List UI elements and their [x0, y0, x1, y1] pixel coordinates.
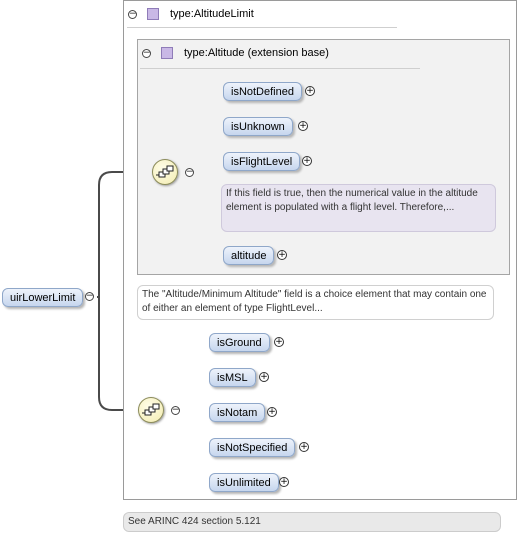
uir-lower-limit-element[interactable]: uirLowerLimit: [2, 288, 84, 307]
element-label: isNotam: [217, 407, 258, 419]
is-ground-element[interactable]: isGround: [209, 333, 270, 352]
collapse-choice-toggle[interactable]: −: [171, 406, 180, 415]
choice-symbol-icon: [156, 165, 174, 178]
is-unknown-element[interactable]: isUnknown: [223, 117, 293, 136]
element-label: isUnlimited: [217, 477, 271, 489]
complex-type-icon: [147, 8, 159, 20]
complex-type-icon: [161, 47, 173, 59]
element-label: isUnknown: [231, 121, 285, 133]
is-flight-level-annotation: If this field is true, then the numerica…: [221, 184, 496, 232]
is-msl-element[interactable]: isMSL: [209, 368, 256, 387]
element-label: isFlightLevel: [231, 156, 293, 168]
expand-is-ground-button[interactable]: +: [274, 337, 284, 347]
element-label: isNotDefined: [231, 86, 294, 98]
altitude-extension-header: type:Altitude (extension base): [184, 47, 329, 59]
is-not-defined-element[interactable]: isNotDefined: [223, 82, 302, 101]
choice-compositor-icon[interactable]: [138, 397, 164, 423]
collapse-altitude-toggle[interactable]: −: [142, 49, 151, 58]
altitude-element[interactable]: altitude: [223, 246, 275, 265]
choice-symbol-icon: [142, 403, 160, 416]
collapse-choice-toggle[interactable]: −: [185, 168, 194, 177]
is-flight-level-element[interactable]: isFlightLevel: [223, 152, 301, 171]
collapse-altitude-limit-toggle[interactable]: −: [128, 10, 137, 19]
expand-is-not-specified-button[interactable]: +: [299, 442, 309, 452]
choice-compositor-icon[interactable]: [152, 159, 178, 185]
header-divider: [140, 68, 420, 69]
element-label: isMSL: [217, 372, 248, 384]
expand-is-flight-level-button[interactable]: +: [302, 156, 312, 166]
expand-is-unknown-button[interactable]: +: [298, 121, 308, 131]
expand-is-not-defined-button[interactable]: +: [305, 86, 315, 96]
element-label: altitude: [231, 250, 267, 262]
arinc-reference-annotation: See ARINC 424 section 5.121: [123, 512, 501, 532]
altitude-limit-type-header: type:AltitudeLimit: [170, 8, 254, 20]
element-label: isGround: [217, 337, 262, 349]
expand-is-unlimited-button[interactable]: +: [279, 477, 289, 487]
collapse-uir-lower-limit-toggle[interactable]: −: [85, 292, 94, 301]
altitude-extension-base-box: [137, 39, 510, 275]
expand-is-notam-button[interactable]: +: [267, 407, 277, 417]
expand-altitude-button[interactable]: +: [277, 250, 287, 260]
is-not-specified-element[interactable]: isNotSpecified: [209, 438, 296, 457]
element-label: isNotSpecified: [217, 442, 288, 454]
header-divider: [127, 27, 397, 28]
element-label: uirLowerLimit: [10, 292, 76, 304]
is-unlimited-element[interactable]: isUnlimited: [209, 473, 279, 492]
expand-is-msl-button[interactable]: +: [259, 372, 269, 382]
is-notam-element[interactable]: isNotam: [209, 403, 266, 422]
choice-annotation: The "Altitude/Minimum Altitude" field is…: [137, 285, 494, 320]
